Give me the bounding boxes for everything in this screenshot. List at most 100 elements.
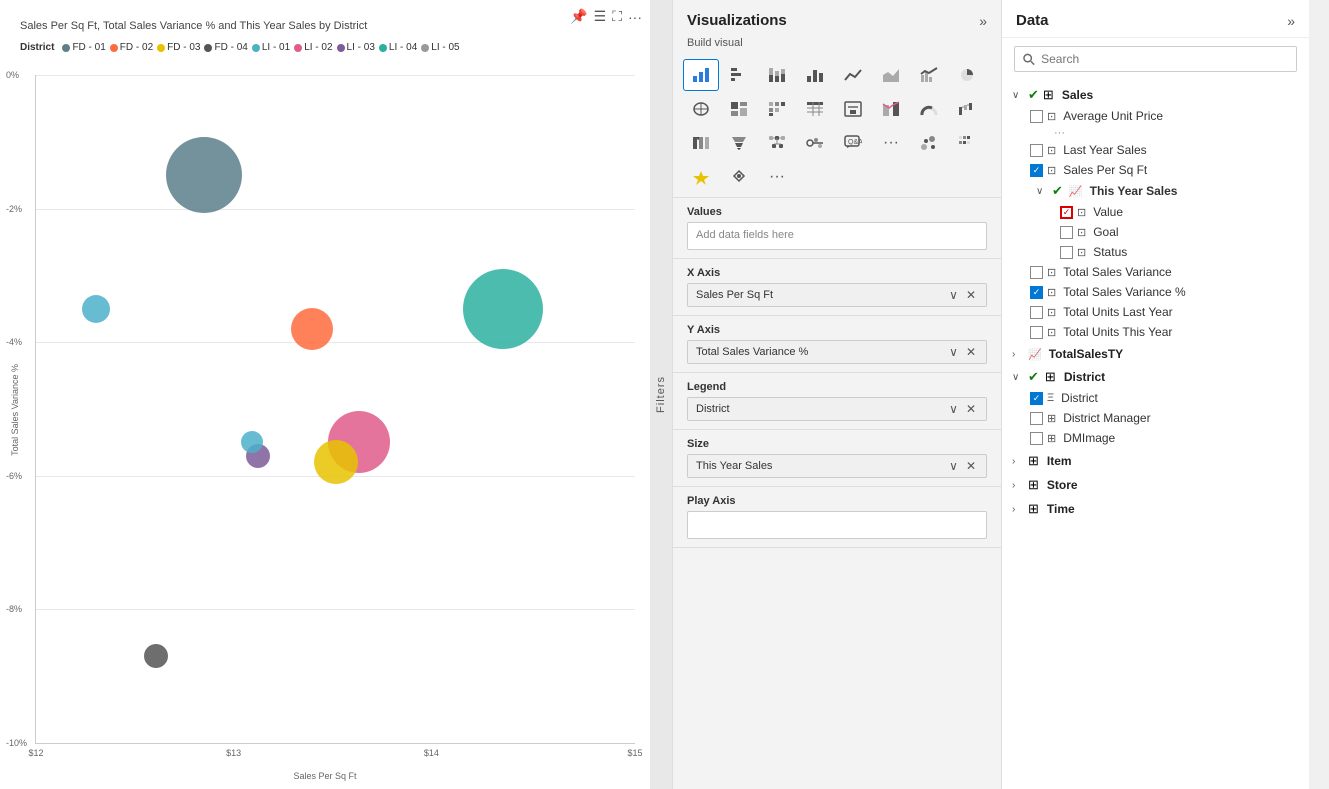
viz-icon-heatmap[interactable]	[949, 127, 985, 159]
yaxis-chevron-button[interactable]: ∨	[947, 345, 960, 359]
tree-group-district: ∨ ✔ ⊞ District ✓ Ξ District ⊞ District M…	[1002, 366, 1309, 448]
viz-icon-map[interactable]	[683, 93, 719, 125]
tree-item-dmimage[interactable]: ⊞ DMImage	[1026, 428, 1309, 448]
viz-icon-column[interactable]	[797, 59, 833, 91]
data-expand-button[interactable]: »	[1287, 13, 1295, 29]
legend-field[interactable]: District ∨ ✕	[687, 397, 987, 421]
viz-field-wells: Values Add data fields here X Axis Sales…	[673, 198, 1001, 789]
tree-item-district-manager[interactable]: ⊞ District Manager	[1026, 408, 1309, 428]
this-year-sales-name: This Year Sales	[1090, 184, 1178, 198]
viz-icon-area[interactable]	[873, 59, 909, 91]
tree-group-totalsalesty-header[interactable]: › 📈 TotalSalesTY	[1002, 344, 1309, 364]
tree-item-total-sales-variance[interactable]: ⊡ Total Sales Variance	[1026, 262, 1309, 282]
chart-plot: 0% -2% -4% -6% -8% -10% $12 $13 $14 $15	[35, 75, 635, 744]
viz-icon-combo[interactable]	[911, 59, 947, 91]
last-year-sales-checkbox[interactable]	[1030, 144, 1043, 157]
yaxis-remove-button[interactable]: ✕	[964, 345, 978, 359]
viz-icon-stacked[interactable]	[759, 59, 795, 91]
tree-item-status[interactable]: ⊡ Status	[1056, 242, 1309, 262]
viz-icon-scatter[interactable]	[683, 59, 719, 91]
filter-icon[interactable]: ☰	[594, 8, 607, 25]
viz-icon-pie[interactable]	[949, 59, 985, 91]
tree-group-district-header[interactable]: ∨ ✔ ⊞ District	[1002, 366, 1309, 388]
viz-expand-button[interactable]: »	[979, 13, 987, 29]
viz-icon-decomp[interactable]	[759, 127, 795, 159]
avg-unit-price-checkbox[interactable]	[1030, 110, 1043, 123]
expand-icon[interactable]: ⛶	[612, 8, 622, 25]
total-units-this-year-checkbox[interactable]	[1030, 326, 1043, 339]
viz-icon-ribbon[interactable]	[683, 127, 719, 159]
dmimage-checkbox[interactable]	[1030, 432, 1043, 445]
tree-item-sales-per-sqft[interactable]: ✓ ⊡ Sales Per Sq Ft	[1026, 160, 1309, 180]
legend-dot-li01	[252, 44, 260, 52]
tree-group-store-header[interactable]: › ⊞ Store	[1002, 474, 1309, 496]
play-axis-drop-zone[interactable]	[687, 511, 987, 539]
xtick-12: $12	[28, 748, 43, 758]
viz-icon-custom[interactable]	[683, 161, 719, 193]
tree-item-value[interactable]: ✓ ⊡ Value	[1056, 202, 1309, 222]
gridline-0	[36, 75, 635, 76]
viz-icon-funnel[interactable]	[721, 127, 757, 159]
search-box[interactable]	[1014, 46, 1297, 72]
viz-icon-more2[interactable]: ···	[759, 161, 795, 193]
viz-icon-kpi[interactable]	[873, 93, 909, 125]
last-year-sales-name: Last Year Sales	[1063, 143, 1146, 157]
viz-icon-card[interactable]	[835, 93, 871, 125]
legend-controls: ∨ ✕	[947, 402, 978, 416]
status-checkbox[interactable]	[1060, 246, 1073, 259]
tree-group-time-header[interactable]: › ⊞ Time	[1002, 498, 1309, 520]
viz-icon-qa[interactable]: Q&A	[835, 127, 871, 159]
tree-group-item-header[interactable]: › ⊞ Item	[1002, 450, 1309, 472]
tree-item-total-units-this-year[interactable]: ⊡ Total Units This Year	[1026, 322, 1309, 342]
gridline-8	[36, 609, 635, 610]
district-checkbox[interactable]: ✓	[1030, 392, 1043, 405]
xaxis-field[interactable]: Sales Per Sq Ft ∨ ✕	[687, 283, 987, 307]
data-tree: ∨ ✔ ⊞ Sales ⊡ Average Unit Price ··· ⊡	[1002, 80, 1309, 789]
this-year-sales-icon: 📈	[1069, 185, 1083, 198]
tree-item-total-units-last-year[interactable]: ⊡ Total Units Last Year	[1026, 302, 1309, 322]
build-visual-label: Build visual	[673, 35, 1001, 55]
tree-item-last-year-sales[interactable]: ⊡ Last Year Sales	[1026, 140, 1309, 160]
total-units-last-year-checkbox[interactable]	[1030, 306, 1043, 319]
viz-icon-table[interactable]	[797, 93, 833, 125]
sales-per-sqft-checkbox[interactable]: ✓	[1030, 164, 1043, 177]
total-sales-variance-checkbox[interactable]	[1030, 266, 1043, 279]
tree-item-goal[interactable]: ⊡ Goal	[1056, 222, 1309, 242]
more-icon[interactable]: ···	[628, 9, 642, 25]
xaxis-remove-button[interactable]: ✕	[964, 288, 978, 302]
total-sales-variance-pct-checkbox[interactable]: ✓	[1030, 286, 1043, 299]
viz-icon-line[interactable]	[835, 59, 871, 91]
size-remove-button[interactable]: ✕	[964, 459, 978, 473]
tree-item-district[interactable]: ✓ Ξ District	[1026, 388, 1309, 408]
this-year-sales-subgroup-header[interactable]: ∨ ✔ 📈 This Year Sales	[1036, 180, 1309, 202]
viz-icon-extra[interactable]	[721, 161, 757, 193]
legend-chevron-button[interactable]: ∨	[947, 402, 960, 416]
viz-icon-treemap[interactable]	[721, 93, 757, 125]
bubble-fd03	[314, 440, 358, 484]
search-input[interactable]	[1041, 52, 1288, 66]
viz-icon-waterfall[interactable]	[949, 93, 985, 125]
size-chevron-button[interactable]: ∨	[947, 459, 960, 473]
values-drop-zone[interactable]: Add data fields here	[687, 222, 987, 250]
legend-dot-fd02	[110, 44, 118, 52]
viz-icon-scatter-map[interactable]	[911, 127, 947, 159]
goal-checkbox[interactable]	[1060, 226, 1073, 239]
district-manager-checkbox[interactable]	[1030, 412, 1043, 425]
size-field[interactable]: This Year Sales ∨ ✕	[687, 454, 987, 478]
legend-remove-button[interactable]: ✕	[964, 402, 978, 416]
tree-group-sales-header[interactable]: ∨ ✔ ⊞ Sales	[1002, 84, 1309, 106]
value-checkbox[interactable]: ✓	[1060, 206, 1073, 219]
pin-icon[interactable]: 📌	[570, 8, 587, 25]
viz-icon-more[interactable]: ···	[873, 127, 909, 159]
yaxis-field[interactable]: Total Sales Variance % ∨ ✕	[687, 340, 987, 364]
xaxis-chevron-button[interactable]: ∨	[947, 288, 960, 302]
viz-icon-gauge[interactable]	[911, 93, 947, 125]
filters-strip: Filters	[650, 0, 672, 789]
legend-item-li01: LI - 01	[252, 42, 290, 53]
tree-item-avg-unit-price[interactable]: ⊡ Average Unit Price	[1026, 106, 1309, 126]
viz-icon-key-influencer[interactable]	[797, 127, 833, 159]
tree-item-total-sales-variance-pct[interactable]: ✓ ⊡ Total Sales Variance %	[1026, 282, 1309, 302]
status-icon: ⊡	[1077, 246, 1086, 259]
viz-icon-bar[interactable]	[721, 59, 757, 91]
viz-icon-matrix[interactable]	[759, 93, 795, 125]
